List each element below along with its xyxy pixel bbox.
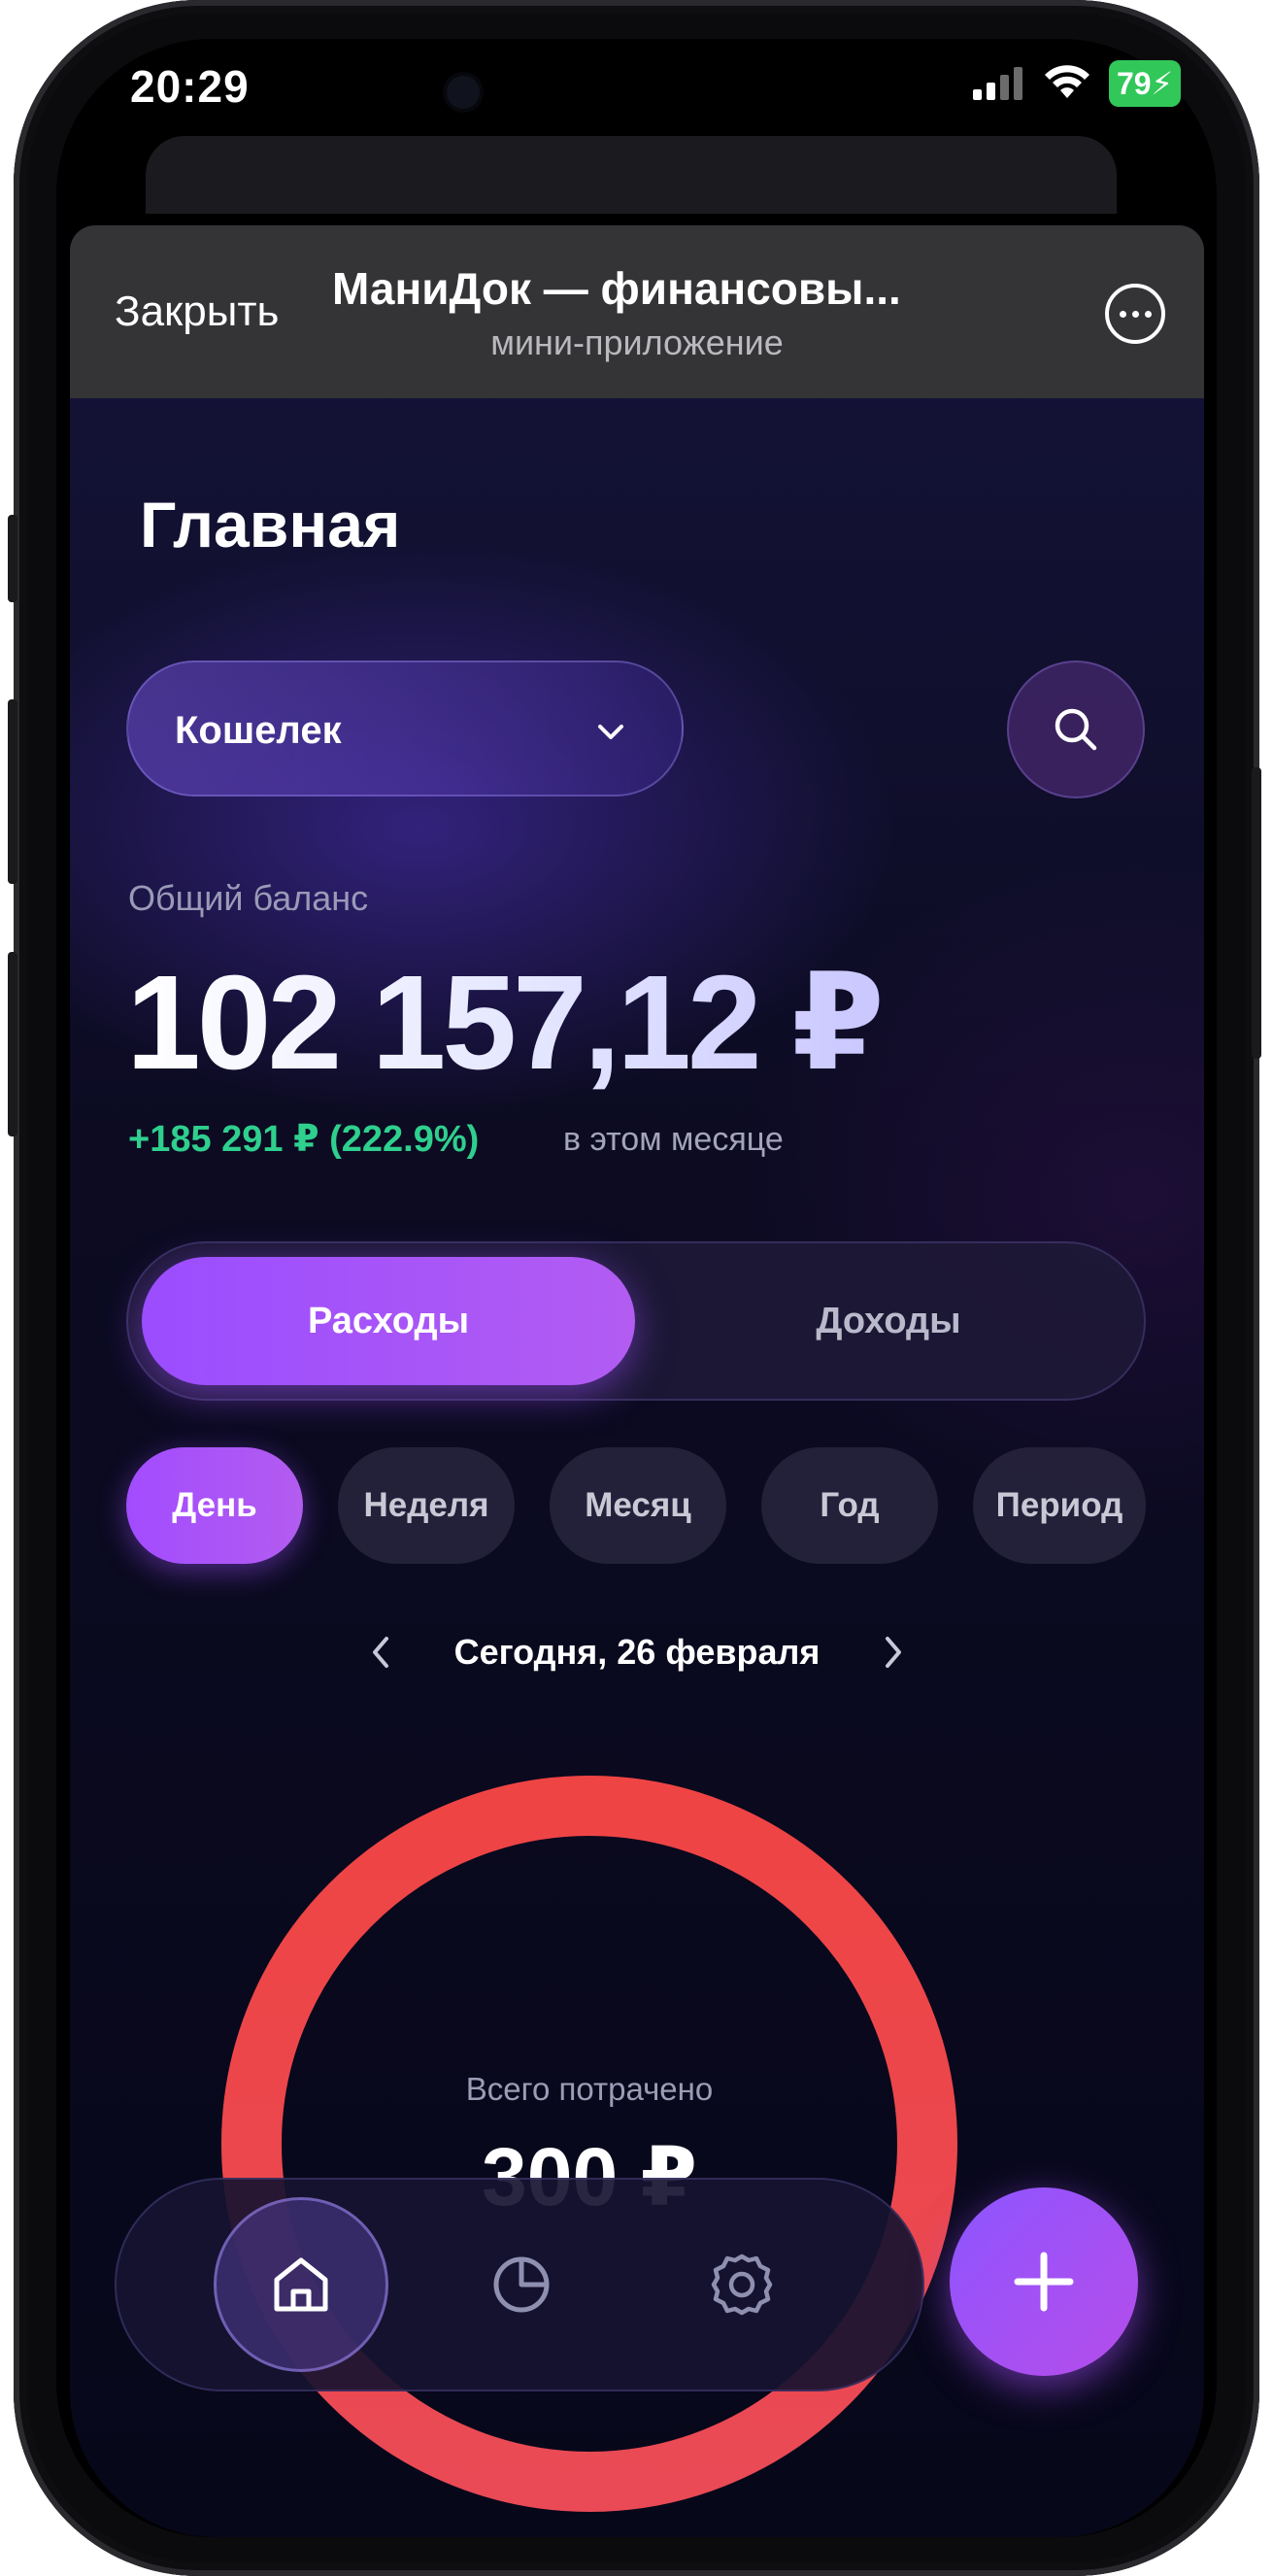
more-dot [1119, 310, 1126, 318]
balance-value: 102 157,12 ₽ [126, 944, 885, 1101]
search-icon [1055, 708, 1097, 751]
balance-change: +185 291 ₽ (222.9%) [128, 1119, 480, 1160]
tab-income[interactable]: Доходы [643, 1257, 1134, 1385]
add-transaction-button[interactable] [950, 2187, 1138, 2376]
balance-label: Общий баланс [128, 878, 369, 918]
wifi-icon [1044, 65, 1089, 98]
current-date: Сегодня, 26 февраля [453, 1632, 821, 1672]
mini-app-title: МаниДок — финансовы... [332, 263, 901, 314]
chip-custom-period[interactable]: Период [973, 1447, 1146, 1564]
volume-up-button [8, 699, 17, 884]
mini-app-sheet: Закрыть МаниДок — финансовы... мини-прил… [70, 225, 1204, 2537]
battery-level: 79 [1116, 66, 1152, 101]
battery-indicator: 79⚡ [1108, 60, 1181, 107]
pie-chart-icon [493, 2256, 550, 2313]
page-title: Главная [140, 489, 401, 560]
more-dot [1131, 310, 1139, 318]
status-time: 20:29 [130, 61, 250, 112]
plus-icon [1014, 2252, 1074, 2312]
search-button[interactable] [1007, 661, 1145, 798]
chip-month[interactable]: Месяц [550, 1447, 726, 1564]
bottom-nav [115, 2178, 924, 2391]
chip-day[interactable]: День [126, 1447, 303, 1564]
chevron-left-icon[interactable] [365, 1633, 396, 1672]
wallet-select[interactable]: Кошелек [126, 661, 684, 797]
power-button [1252, 767, 1261, 1059]
balance-change-period: в этом месяце [563, 1121, 784, 1158]
mini-app-header: Закрыть МаниДок — финансовы... мини-прил… [70, 225, 1204, 398]
nav-statistics[interactable] [434, 2197, 609, 2372]
nav-settings[interactable] [654, 2197, 829, 2372]
wallet-select-value: Кошелек [175, 709, 342, 752]
home-icon [274, 2257, 328, 2312]
gear-icon [711, 2254, 773, 2316]
period-chips: День Неделя Месяц Год Период [126, 1447, 1165, 1564]
tab-expenses[interactable]: Расходы [142, 1257, 635, 1385]
nav-home[interactable] [214, 2197, 388, 2372]
status-indicators: 79⚡ [971, 60, 1181, 107]
chip-year[interactable]: Год [761, 1447, 938, 1564]
mute-switch [8, 515, 17, 602]
more-dot [1144, 310, 1152, 318]
type-switch: Расходы Доходы [126, 1241, 1146, 1401]
chevron-down-icon [598, 725, 623, 739]
chevron-right-icon[interactable] [878, 1633, 909, 1672]
summary-label: Всего потрачено [465, 2071, 714, 2107]
background-card [146, 136, 1117, 214]
volume-down-button [8, 952, 17, 1136]
front-camera [447, 76, 480, 109]
date-navigator: Сегодня, 26 февраля [70, 1618, 1204, 1686]
signal-icon [972, 67, 1022, 100]
chip-week[interactable]: Неделя [338, 1447, 515, 1564]
more-menu-button[interactable] [1105, 284, 1165, 344]
mini-app-subtitle: мини-приложение [490, 322, 784, 362]
